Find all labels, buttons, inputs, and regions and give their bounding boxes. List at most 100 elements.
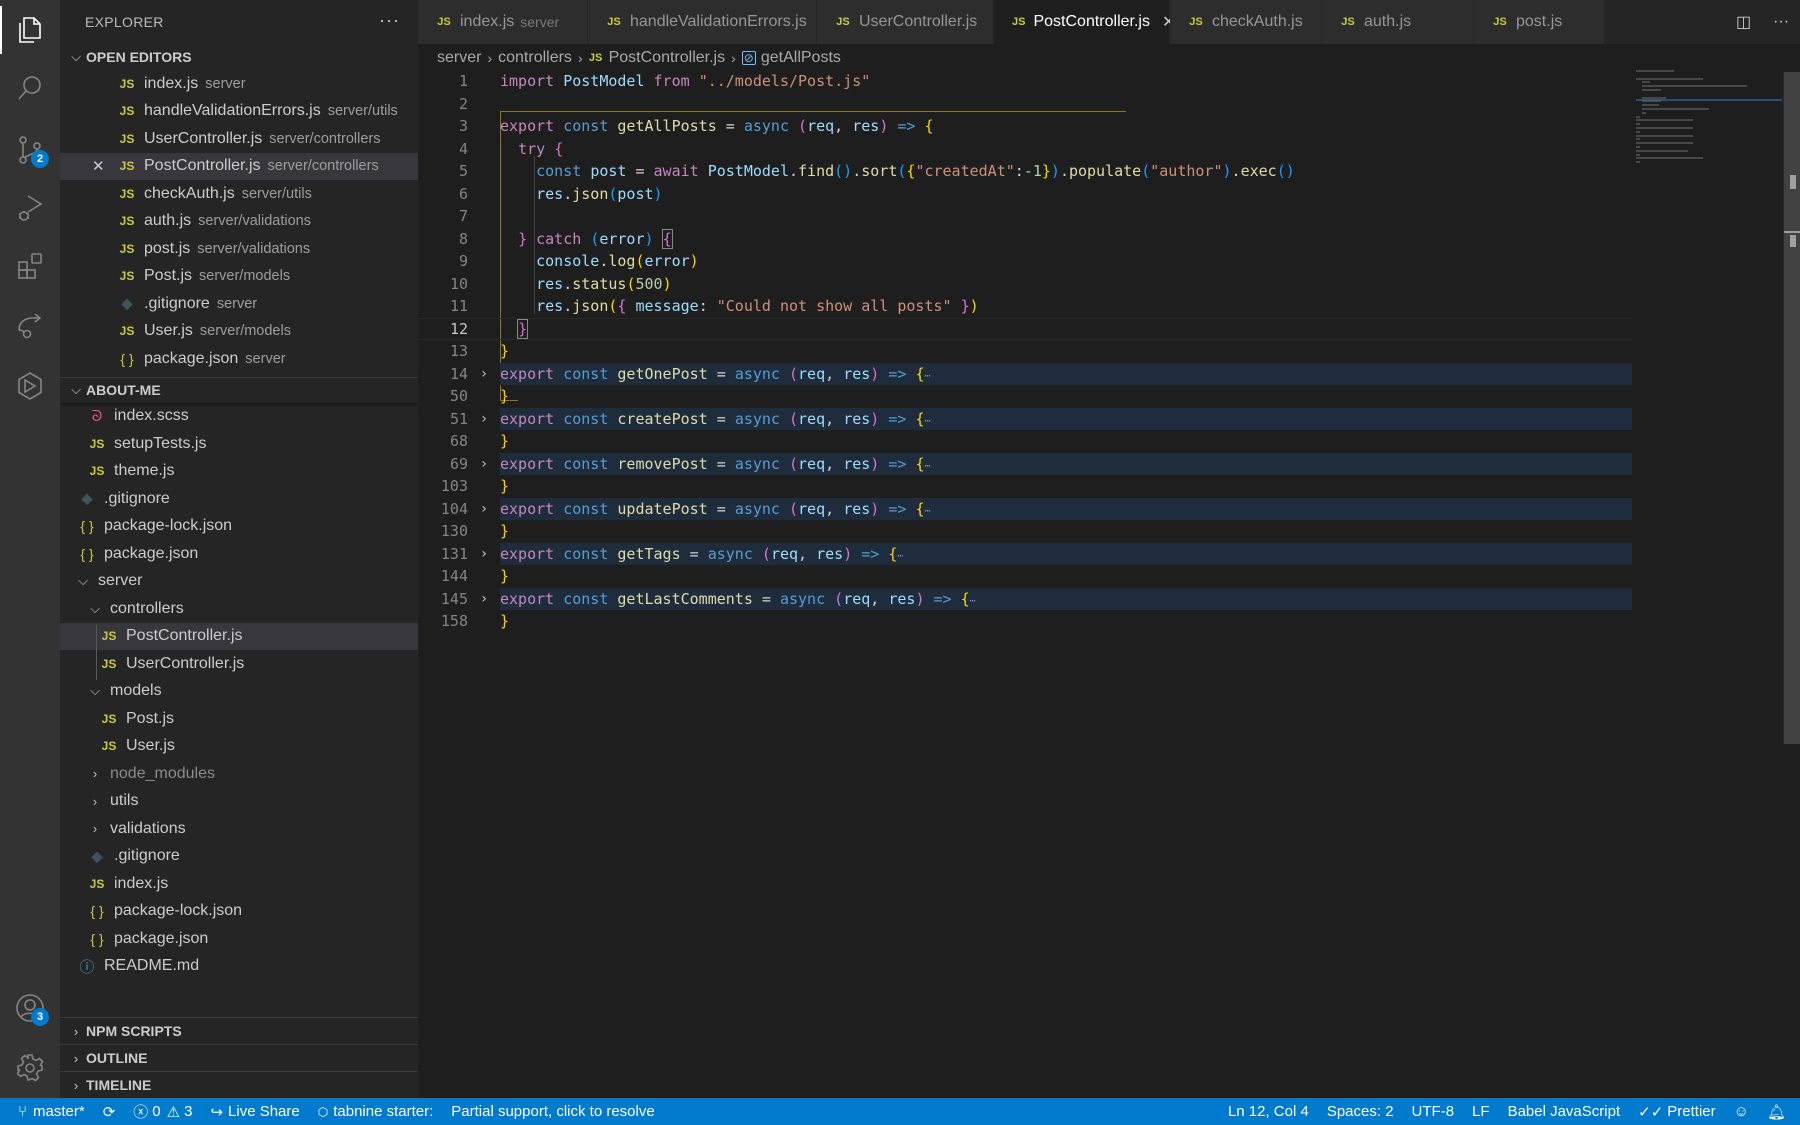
- file-item[interactable]: JS PostController.js: [60, 622, 418, 650]
- folder-item[interactable]: ⌵ server: [60, 568, 418, 596]
- code-line[interactable]: 104 › export const updatePost = async (req…: [418, 497, 1632, 520]
- tab-usercontroller-js[interactable]: JS UserController.js: [817, 0, 994, 44]
- tab-auth-js[interactable]: JS auth.js: [1322, 0, 1474, 44]
- tab-index-js[interactable]: JS index.js server: [418, 0, 588, 44]
- code-line[interactable]: 158}: [418, 610, 1632, 633]
- file-item[interactable]: { } package-lock.json: [60, 898, 418, 926]
- file-item[interactable]: JS index.js: [60, 870, 418, 898]
- code-line[interactable]: 7: [418, 205, 1632, 228]
- breadcrumb-item[interactable]: server: [437, 49, 481, 67]
- tab-post-js[interactable]: JS post.js: [1474, 0, 1605, 44]
- outline-header[interactable]: › OUTLINE: [60, 1044, 418, 1071]
- folder-item[interactable]: › node_modules: [60, 760, 418, 788]
- chevron-right-icon[interactable]: ›: [468, 411, 500, 427]
- folder-item[interactable]: › utils: [60, 788, 418, 816]
- chevron-right-icon[interactable]: ›: [468, 366, 500, 382]
- chevron-right-icon[interactable]: ›: [468, 501, 500, 517]
- prettier-status[interactable]: ✓✓ Prettier: [1629, 1098, 1725, 1125]
- file-item[interactable]: ᘐ index.scss: [60, 403, 418, 431]
- code-line[interactable]: 1 import PostModel from "../models/Post.j…: [418, 70, 1632, 93]
- code-line[interactable]: 5 const post = await PostModel.find().so…: [418, 160, 1632, 183]
- indentation[interactable]: Spaces: 2: [1318, 1098, 1403, 1125]
- tab-checkauth-js[interactable]: JS checkAuth.js: [1170, 0, 1322, 44]
- code-line[interactable]: 8 } catch (error) {: [418, 228, 1632, 251]
- workspace-header[interactable]: ⌵ ABOUT-ME: [60, 376, 418, 403]
- timeline-header[interactable]: › TIMELINE: [60, 1071, 418, 1098]
- chevron-right-icon[interactable]: ›: [468, 456, 500, 472]
- open-editor-item[interactable]: { } package.json server: [60, 345, 418, 373]
- notifications-button[interactable]: 🔔︎: [1758, 1098, 1800, 1125]
- file-item[interactable]: { } package.json: [60, 540, 418, 568]
- language-mode[interactable]: Babel JavaScript: [1499, 1098, 1630, 1125]
- open-editor-item[interactable]: JS post.js server/validations: [60, 235, 418, 263]
- code-line[interactable]: 14 › export const getOnePost = async (req,…: [418, 362, 1632, 385]
- code-line[interactable]: 68}: [418, 430, 1632, 453]
- code-line[interactable]: 3 export const getAllPosts = async (req, …: [418, 115, 1632, 138]
- open-editor-item[interactable]: JS checkAuth.js server/utils: [60, 180, 418, 208]
- open-editors-header[interactable]: ⌵ OPEN EDITORS: [60, 44, 418, 70]
- file-item[interactable]: JS UserController.js: [60, 650, 418, 678]
- open-editor-item[interactable]: JS handleValidationErrors.js server/utils: [60, 98, 418, 126]
- code-line[interactable]: 131 › export const getTags = async (req, r…: [418, 542, 1632, 565]
- code-line[interactable]: 130}: [418, 520, 1632, 543]
- code-line[interactable]: 144}: [418, 565, 1632, 588]
- split-editor-icon[interactable]: ◫: [1736, 12, 1751, 32]
- live-share-button[interactable]: [0, 298, 60, 354]
- cursor-position[interactable]: Ln 12, Col 4: [1219, 1098, 1318, 1125]
- extensions-button[interactable]: [0, 238, 60, 294]
- folder-item[interactable]: › validations: [60, 815, 418, 843]
- code-line[interactable]: 50}: [418, 385, 1632, 408]
- code-line[interactable]: 4 try {: [418, 138, 1632, 161]
- open-editor-item[interactable]: JS auth.js server/validations: [60, 208, 418, 236]
- more-actions-icon[interactable]: ···: [379, 10, 400, 31]
- file-item[interactable]: ⓘ README.md: [60, 953, 418, 981]
- tabnine-button[interactable]: [0, 358, 60, 414]
- minimap[interactable]: [1636, 70, 1766, 170]
- code-line[interactable]: 103}: [418, 475, 1632, 498]
- file-item[interactable]: JS theme.js: [60, 458, 418, 486]
- search-button[interactable]: [0, 60, 60, 116]
- file-item[interactable]: JS setupTests.js: [60, 430, 418, 458]
- tabnine-status[interactable]: ⬡ tabnine starter: Partial support, clic…: [309, 1098, 664, 1125]
- file-item[interactable]: JS User.js: [60, 733, 418, 761]
- settings-button[interactable]: [0, 1040, 60, 1096]
- source-control-button[interactable]: 2: [0, 122, 60, 178]
- vertical-scrollbar[interactable]: [1783, 72, 1800, 744]
- folder-item[interactable]: ⌵ controllers: [60, 595, 418, 623]
- live-share-status[interactable]: ↪ Live Share: [201, 1098, 308, 1125]
- file-item[interactable]: ◆ .gitignore: [60, 485, 418, 513]
- file-item[interactable]: ◆ .gitignore: [60, 843, 418, 871]
- open-editor-item[interactable]: JS Post.js server/models: [60, 263, 418, 291]
- scrollbar-thumb[interactable]: [1790, 175, 1796, 189]
- accounts-button[interactable]: 3: [0, 980, 60, 1036]
- npm-scripts-header[interactable]: › NPM SCRIPTS: [60, 1017, 418, 1044]
- end-of-line[interactable]: LF: [1463, 1098, 1499, 1125]
- open-editor-item[interactable]: JS index.js server: [60, 70, 418, 98]
- breadcrumb-item[interactable]: getAllPosts: [761, 49, 841, 67]
- file-item[interactable]: { } package.json: [60, 925, 418, 953]
- tab-handlevalidationerrors-js[interactable]: JS handleValidationErrors.js: [588, 0, 817, 44]
- file-item[interactable]: JS Post.js: [60, 705, 418, 733]
- problems-status[interactable]: ⓧ 0 ⚠ 3: [124, 1098, 201, 1125]
- code-line[interactable]: 69 › export const removePost = async (req,…: [418, 452, 1632, 475]
- open-editor-item[interactable]: ✕ JS PostController.js server/controllers: [60, 152, 418, 180]
- more-actions-icon[interactable]: ···: [1773, 13, 1789, 31]
- code-line[interactable]: 12 }: [418, 317, 1632, 340]
- tab-postcontroller-js[interactable]: JS PostController.js ✕: [994, 0, 1175, 44]
- run-debug-button[interactable]: [0, 180, 60, 236]
- code-editor[interactable]: 1 import PostModel from "../models/Post.j…: [418, 72, 1782, 1098]
- file-item[interactable]: { } package-lock.json: [60, 513, 418, 541]
- code-line[interactable]: 9 console.log(error): [418, 250, 1632, 273]
- feedback-button[interactable]: ☺: [1725, 1098, 1758, 1125]
- explorer-button[interactable]: [0, 2, 60, 58]
- open-editor-item[interactable]: JS User.js server/models: [60, 318, 418, 346]
- code-line[interactable]: 13}: [418, 340, 1632, 363]
- code-line[interactable]: 2: [418, 93, 1632, 116]
- code-line[interactable]: 6 res.json(post): [418, 183, 1632, 206]
- code-line[interactable]: 11 res.json({ message: "Could not show a…: [418, 295, 1632, 318]
- chevron-right-icon[interactable]: ›: [468, 591, 500, 607]
- code-line[interactable]: 10 res.status(500): [418, 273, 1632, 296]
- branch-status[interactable]: ⑂ master*: [0, 1098, 94, 1125]
- sync-button[interactable]: ⟳: [94, 1098, 125, 1125]
- open-editor-item[interactable]: JS UserController.js server/controllers: [60, 125, 418, 153]
